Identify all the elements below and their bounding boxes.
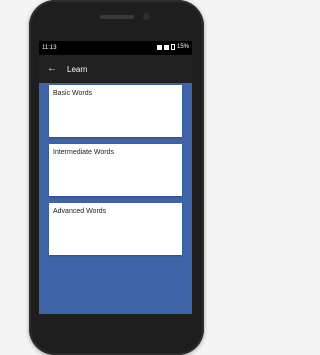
card-label: Basic Words	[53, 90, 93, 97]
status-icons: 15%	[156, 44, 189, 50]
signal-icon	[156, 44, 162, 50]
speaker-grille	[100, 15, 134, 19]
front-camera	[143, 13, 150, 20]
status-bar: 11:13 15%	[39, 41, 192, 55]
wifi-icon	[163, 44, 169, 50]
card-basic-words[interactable]: Basic Words	[49, 85, 182, 137]
card-intermediate-words[interactable]: Intermediate Words	[49, 144, 182, 196]
page-title: Learn	[67, 64, 88, 74]
app-screen: 11:13 15% ← Learn Basic Words Intermedia…	[39, 41, 192, 314]
card-advanced-words[interactable]: Advanced Words	[49, 203, 182, 255]
card-label: Advanced Words	[53, 208, 107, 215]
battery-icon	[170, 44, 175, 50]
status-time: 11:13	[42, 45, 57, 51]
battery-percent: 15%	[176, 44, 189, 50]
back-arrow-icon[interactable]: ←	[47, 64, 57, 74]
card-label: Intermediate Words	[53, 149, 114, 156]
app-bar: ← Learn	[39, 55, 192, 83]
card-list: Basic Words Intermediate Words Advanced …	[49, 85, 182, 262]
